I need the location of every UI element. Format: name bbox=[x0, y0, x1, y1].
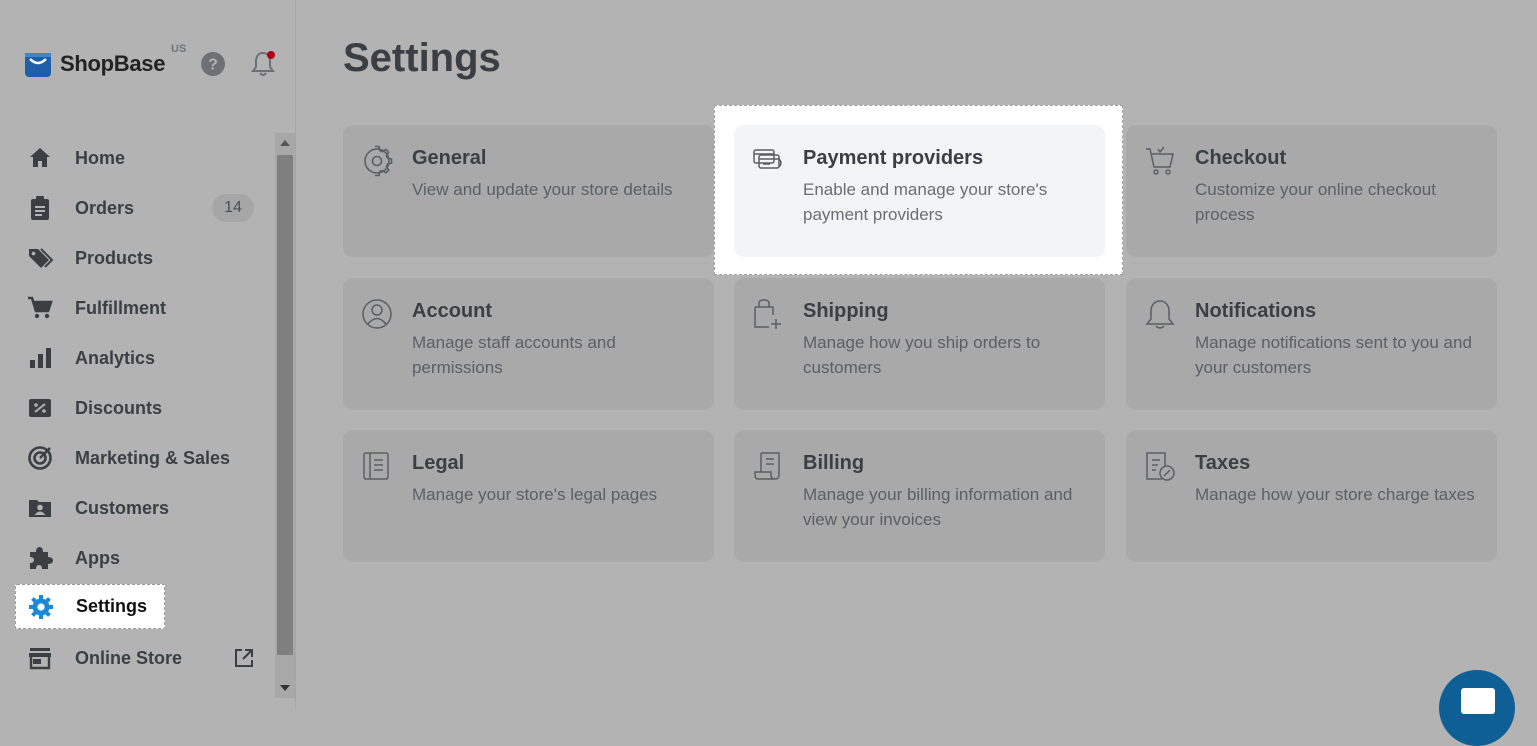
card-description: Manage how your store charge taxes bbox=[1195, 485, 1475, 504]
card-title: Taxes bbox=[1195, 452, 1251, 474]
user-circle-icon bbox=[362, 299, 392, 329]
scroll-down-arrow-icon[interactable] bbox=[275, 678, 295, 698]
sidebar-item-label: Settings bbox=[76, 596, 148, 616]
sidebar-item-label: Analytics bbox=[75, 347, 156, 368]
help-icon[interactable]: ? bbox=[200, 51, 226, 77]
sidebar-item-label: Customers bbox=[75, 497, 170, 518]
storefront-icon bbox=[27, 645, 53, 671]
chat-launcher-button[interactable] bbox=[1439, 670, 1515, 746]
brand-region: US bbox=[171, 43, 187, 55]
target-icon bbox=[27, 445, 53, 471]
sidebar-item-label: Orders bbox=[75, 197, 135, 218]
gear-outline-icon bbox=[364, 145, 393, 177]
card-title: Shipping bbox=[803, 300, 889, 322]
card-title: Account bbox=[412, 300, 492, 322]
settings-card-payment-providers[interactable]: Payment providers Enable and manage your… bbox=[734, 125, 1105, 257]
sidebar-item-label: Home bbox=[75, 147, 126, 168]
sidebar-item-customers[interactable]: Customers bbox=[15, 486, 270, 530]
card-title: Billing bbox=[803, 452, 865, 474]
scroll-thumb[interactable] bbox=[277, 155, 293, 655]
card-description: View and update your store details bbox=[412, 180, 673, 199]
sidebar-item-settings[interactable]: Settings bbox=[15, 584, 165, 629]
sidebar-item-analytics[interactable]: Analytics bbox=[15, 336, 270, 380]
sidebar-item-online-store[interactable]: Online Store bbox=[15, 636, 270, 680]
sidebar-item-label: Online Store bbox=[75, 647, 183, 668]
settings-card-general[interactable]: General View and update your store detai… bbox=[343, 125, 714, 257]
scroll-up-arrow-icon[interactable] bbox=[275, 133, 295, 153]
gear-icon bbox=[28, 594, 54, 620]
settings-card-shipping[interactable]: Shipping Manage how you ship orders to c… bbox=[734, 278, 1105, 410]
card-description: Manage your billing information and view… bbox=[803, 485, 1073, 529]
shopping-bag-plus-icon bbox=[754, 299, 781, 329]
card-title: Checkout bbox=[1195, 147, 1287, 169]
clipboard-icon bbox=[27, 195, 53, 221]
percent-ticket-icon bbox=[27, 395, 53, 421]
sidebar-nav: Home Orders 14 Products Fulfillment Anal… bbox=[0, 133, 275, 698]
card-description: Manage notifications sent to you and you… bbox=[1195, 333, 1472, 377]
cart-icon bbox=[27, 295, 53, 321]
contacts-folder-icon bbox=[27, 495, 53, 521]
card-description: Manage how you ship orders to customers bbox=[803, 333, 1041, 377]
bar-chart-icon bbox=[27, 345, 53, 371]
sidebar-scrollbar[interactable] bbox=[275, 133, 295, 698]
card-title: Notifications bbox=[1195, 300, 1317, 322]
card-title: Legal bbox=[412, 452, 465, 474]
home-icon bbox=[27, 145, 53, 171]
sidebar-item-orders[interactable]: Orders 14 bbox=[15, 186, 270, 230]
sidebar-item-label: Marketing & Sales bbox=[75, 447, 231, 468]
sidebar-item-fulfillment[interactable]: Fulfillment bbox=[15, 286, 270, 330]
brand[interactable]: ShopBase US bbox=[24, 43, 186, 82]
settings-card-notifications[interactable]: Notifications Manage notifications sent … bbox=[1126, 278, 1497, 410]
shopbase-logo bbox=[25, 53, 51, 77]
brand-name: ShopBase bbox=[60, 51, 166, 76]
sidebar-item-home[interactable]: Home bbox=[15, 136, 270, 180]
sidebar-item-label: Fulfillment bbox=[75, 297, 166, 318]
card-description: Manage your store's legal pages bbox=[412, 485, 658, 504]
orders-count-badge: 14 bbox=[212, 194, 254, 222]
payment-cards-icon bbox=[753, 149, 782, 169]
settings-card-legal[interactable]: Legal Manage your store's legal pages bbox=[343, 430, 714, 562]
card-title: Payment providers bbox=[803, 147, 984, 169]
sidebar-item-products[interactable]: Products bbox=[15, 236, 270, 280]
sidebar-item-discounts[interactable]: Discounts bbox=[15, 386, 270, 430]
sidebar-item-marketing[interactable]: Marketing & Sales bbox=[15, 436, 270, 480]
card-title: General bbox=[412, 147, 487, 169]
sidebar: ShopBase US ? Home Orders 14 Products Fu… bbox=[0, 0, 296, 708]
receipt-icon bbox=[754, 452, 780, 480]
notification-dot bbox=[267, 51, 275, 59]
external-link-icon[interactable] bbox=[233, 647, 255, 669]
chat-icon bbox=[1461, 688, 1495, 714]
settings-card-taxes[interactable]: Taxes Manage how your store charge taxes bbox=[1126, 430, 1497, 562]
card-description: Customize your online checkout process bbox=[1195, 180, 1436, 224]
tags-icon bbox=[27, 245, 53, 271]
shopping-cart-outline-icon bbox=[1146, 146, 1174, 175]
puzzle-icon bbox=[27, 545, 53, 571]
card-description: Enable and manage your store's payment p… bbox=[803, 180, 1048, 224]
settings-card-account[interactable]: Account Manage staff accounts and permis… bbox=[343, 278, 714, 410]
svg-text:?: ? bbox=[208, 57, 218, 74]
tax-document-icon bbox=[1146, 452, 1175, 481]
bell-outline-icon bbox=[1145, 300, 1175, 329]
page-title: Settings bbox=[343, 36, 501, 80]
sidebar-item-label: Products bbox=[75, 247, 154, 268]
document-icon bbox=[363, 452, 389, 480]
sidebar-item-label: Apps bbox=[75, 547, 120, 568]
sidebar-item-label: Discounts bbox=[75, 397, 163, 418]
settings-card-billing[interactable]: Billing Manage your billing information … bbox=[734, 430, 1105, 562]
card-description: Manage staff accounts and permissions bbox=[412, 333, 616, 377]
sidebar-item-apps[interactable]: Apps bbox=[15, 536, 270, 580]
settings-card-checkout[interactable]: Checkout Customize your online checkout … bbox=[1126, 125, 1497, 257]
